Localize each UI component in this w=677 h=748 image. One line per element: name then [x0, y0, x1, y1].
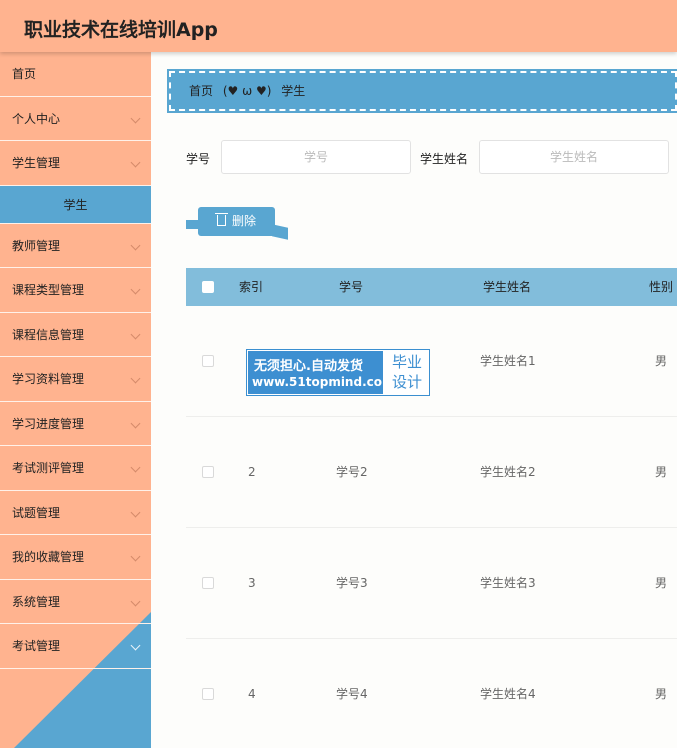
sidebar-item-exam-management[interactable]: 考试管理 [0, 624, 151, 669]
sidebar-item-student[interactable]: 学生 [0, 185, 151, 224]
table-row: 3 学号3 学生姓名3 男 [186, 528, 677, 639]
chevron-down-icon [130, 157, 141, 168]
cell-student-id: 学号2 [336, 465, 368, 479]
delete-button-label: 删除 [232, 214, 257, 228]
student-name-label: 学生姓名 [420, 152, 469, 166]
watermark-badge-line2: 设计 [391, 373, 422, 391]
breadcrumb-emoticon: (♥ ω ♥) [222, 84, 272, 98]
chevron-down-icon [130, 462, 141, 473]
row-checkbox[interactable] [202, 577, 214, 589]
sidebar-item-course-type-management[interactable]: 课程类型管理 [0, 268, 151, 313]
chevron-down-icon [130, 284, 141, 295]
chevron-down-icon [130, 507, 141, 517]
sidebar: 首页 个人中心 学生管理 学生 教师管理 课程类型管理 课程信息管理 学习资料管… [0, 52, 151, 748]
sidebar-item-teacher-management[interactable]: 教师管理 [0, 224, 151, 268]
sidebar-item-label: 个人中心 [12, 111, 61, 126]
watermark-badge: 毕业 设计 [386, 352, 428, 392]
student-id-label: 学号 [186, 152, 211, 166]
breadcrumb: 首页 (♥ ω ♥) 学生 [167, 69, 677, 113]
cell-student-name: 学生姓名3 [480, 576, 536, 590]
chevron-down-icon [130, 240, 141, 250]
sidebar-item-label: 课程信息管理 [12, 327, 85, 342]
column-header-index: 索引 [239, 280, 264, 294]
sidebar-item-label: 教师管理 [12, 238, 61, 253]
sidebar-item-label: 学生 [63, 197, 88, 212]
cell-student-id: 学号4 [336, 687, 368, 701]
watermark-left: 无须担心.自动发货 www.51topmind.com [248, 351, 395, 394]
sidebar-item-course-info-management[interactable]: 课程信息管理 [0, 313, 151, 357]
chevron-down-icon [130, 329, 141, 339]
sidebar-item-home[interactable]: 首页 [0, 52, 151, 97]
sidebar-item-label: 考试测评管理 [12, 461, 85, 475]
table-header: 索引 学号 学生姓名 性别 [186, 268, 677, 306]
cell-student-name: 学生姓名4 [480, 687, 536, 701]
table-row: 2 学号2 学生姓名2 男 [186, 417, 677, 528]
delete-button[interactable]: 删除 [198, 207, 275, 236]
sidebar-item-label: 学习进度管理 [12, 416, 85, 431]
sidebar-item-system-management[interactable]: 系统管理 [0, 580, 151, 624]
student-table: 索引 学号 学生姓名 性别 1 学号1 学生姓名1 男 2 学号2 学生姓名2 … [186, 268, 677, 748]
chevron-down-icon [130, 596, 141, 606]
cell-gender: 男 [655, 687, 668, 701]
chevron-down-icon [130, 418, 141, 428]
watermark-line1: 无须担心.自动发货 [254, 359, 363, 374]
column-header-student-name: 学生姓名 [483, 280, 532, 294]
table-row: 4 学号4 学生姓名4 男 [186, 639, 677, 748]
sidebar-item-label: 考试管理 [12, 639, 61, 653]
row-checkbox[interactable] [202, 466, 214, 478]
sidebar-item-personal-center[interactable]: 个人中心 [0, 97, 151, 141]
sidebar-menu: 首页 个人中心 学生管理 学生 教师管理 课程类型管理 课程信息管理 学习资料管… [0, 52, 151, 669]
sidebar-item-label: 课程类型管理 [12, 283, 85, 297]
sidebar-item-student-management[interactable]: 学生管理 [0, 141, 151, 186]
watermark-banner: 无须担心.自动发货 www.51topmind.com 毕业 设计 [246, 349, 430, 396]
cell-gender: 男 [655, 465, 668, 479]
sidebar-item-label: 首页 [12, 67, 37, 81]
student-id-input[interactable] [221, 140, 411, 174]
column-header-gender: 性别 [649, 280, 674, 294]
row-checkbox[interactable] [202, 688, 214, 700]
cell-student-name: 学生姓名2 [480, 465, 536, 479]
column-header-student-id: 学号 [339, 280, 364, 294]
watermark-line2: www.51topmind.com [252, 375, 395, 389]
cell-index: 4 [248, 687, 256, 701]
select-all-checkbox[interactable] [202, 281, 214, 293]
sidebar-item-exam-evaluation-management[interactable]: 考试测评管理 [0, 446, 151, 491]
chevron-down-icon [130, 640, 141, 651]
chevron-down-icon [130, 113, 141, 123]
breadcrumb-current: 学生 [281, 84, 306, 98]
sidebar-item-label: 学习资料管理 [12, 372, 85, 386]
sidebar-item-study-material-management[interactable]: 学习资料管理 [0, 357, 151, 402]
student-name-input[interactable] [479, 140, 669, 174]
sidebar-item-label: 系统管理 [12, 594, 61, 609]
chevron-down-icon [130, 551, 141, 562]
app-header: 职业技术在线培训App [0, 0, 677, 52]
cell-student-name: 学生姓名1 [480, 354, 536, 368]
row-checkbox[interactable] [202, 355, 214, 367]
chevron-down-icon [130, 373, 141, 384]
sidebar-item-label: 学生管理 [12, 156, 61, 170]
sidebar-item-favorites-management[interactable]: 我的收藏管理 [0, 535, 151, 580]
sidebar-item-label: 试题管理 [12, 505, 61, 520]
cell-index: 2 [248, 465, 256, 479]
watermark-badge-line1: 毕业 [391, 353, 422, 371]
trash-icon [215, 213, 228, 226]
cell-student-id: 学号3 [336, 576, 368, 590]
sidebar-item-study-progress-management[interactable]: 学习进度管理 [0, 402, 151, 446]
cell-index: 3 [248, 576, 256, 590]
sidebar-item-question-management[interactable]: 试题管理 [0, 491, 151, 535]
cell-gender: 男 [655, 354, 668, 368]
cell-gender: 男 [655, 576, 668, 590]
app-title: 职业技术在线培训App [24, 19, 218, 41]
breadcrumb-home[interactable]: 首页 [189, 84, 213, 98]
sidebar-item-label: 我的收藏管理 [12, 550, 85, 564]
